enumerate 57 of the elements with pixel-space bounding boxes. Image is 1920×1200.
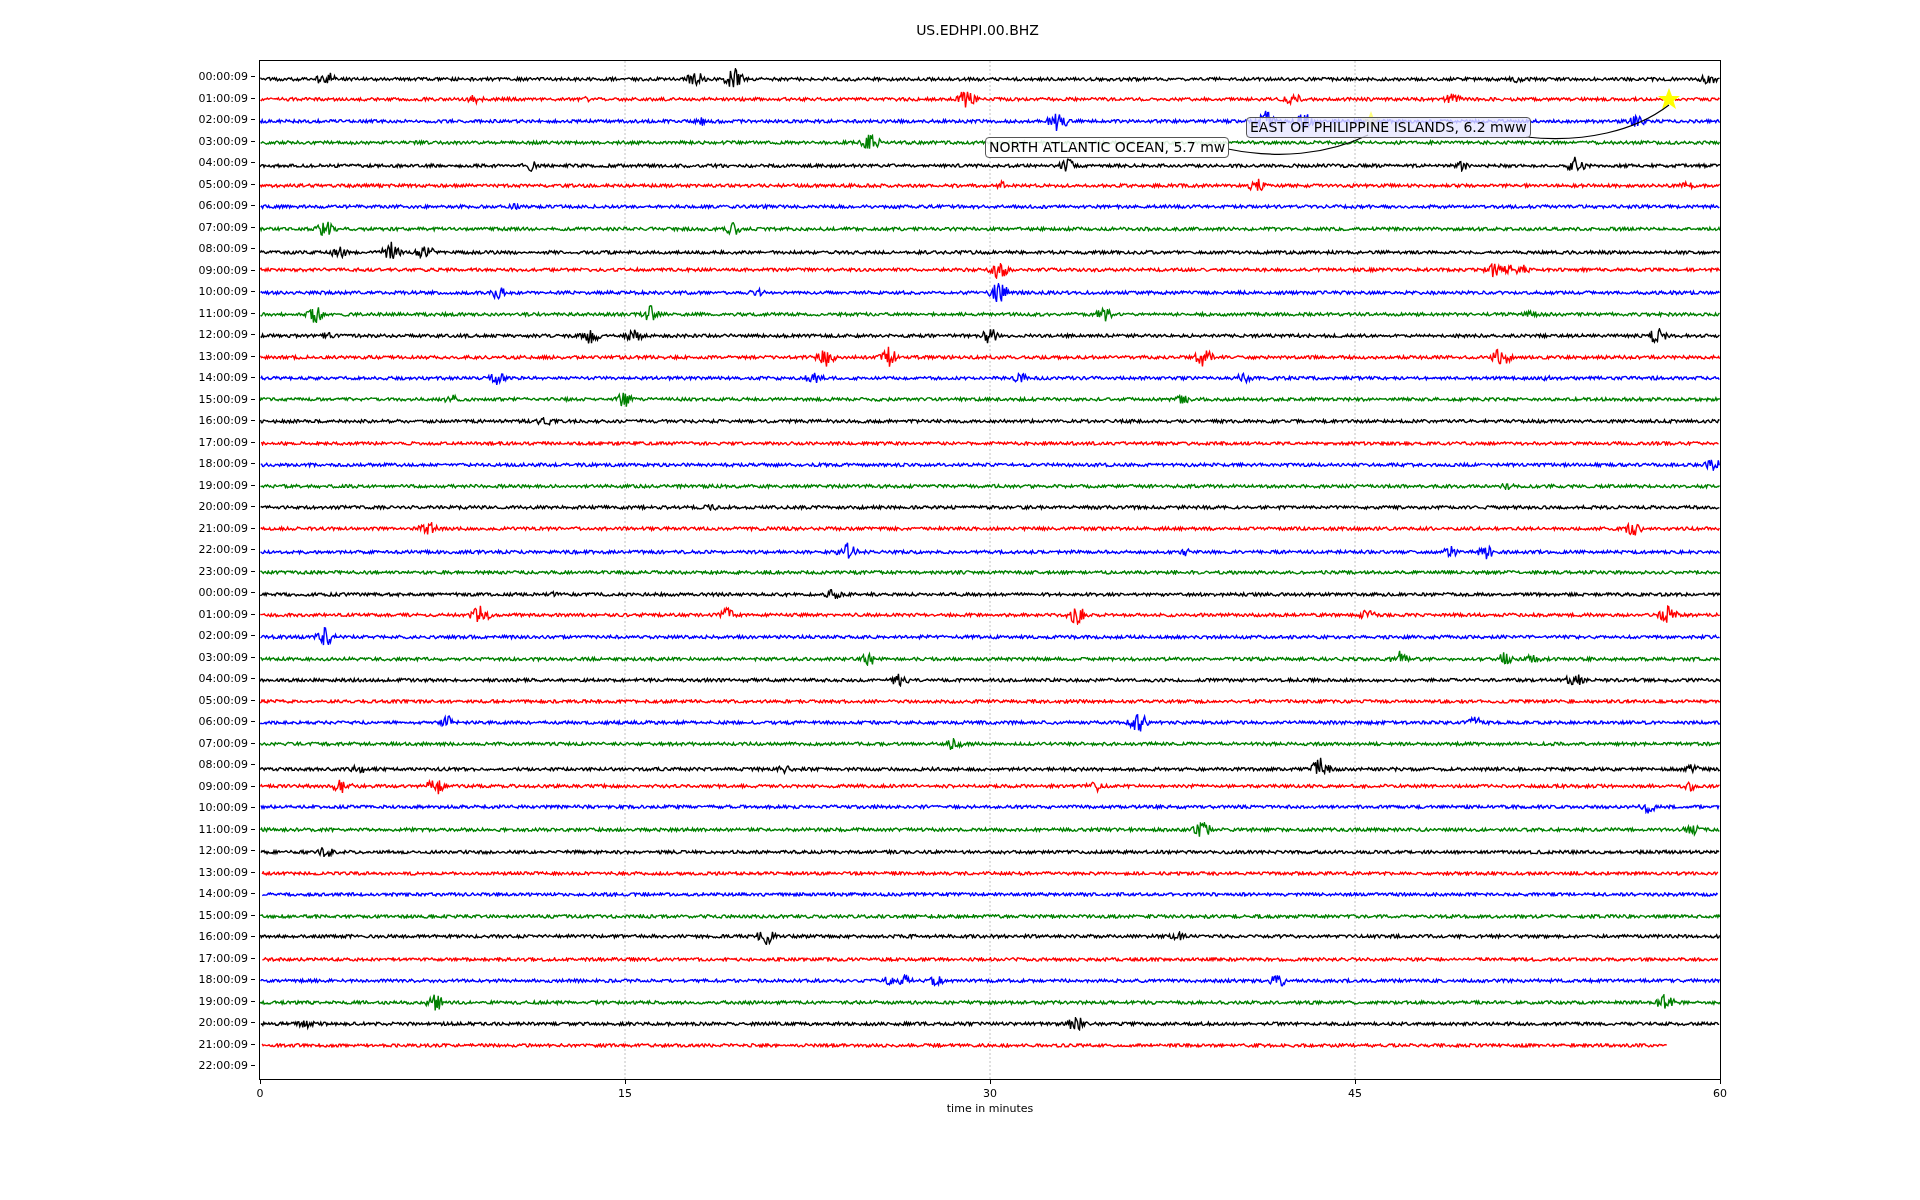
time-label: 03:00:09 [198,134,248,148]
time-label: 05:00:09 [198,693,248,707]
time-label: 10:00:09 [198,285,248,299]
time-label: 14:00:09 [198,887,248,901]
time-label: 20:00:09 [198,500,248,514]
time-label: 03:00:09 [198,650,248,664]
time-label: 22:00:09 [198,1059,248,1073]
time-label: 20:00:09 [198,1016,248,1030]
event-annotation: NORTH ATLANTIC OCEAN, 5.7 mw [985,137,1230,158]
time-label: 06:00:09 [198,715,248,729]
time-label: 17:00:09 [198,951,248,965]
time-label: 11:00:09 [198,822,248,836]
time-label: 06:00:09 [198,199,248,213]
chart-title: US.EDHPI.00.BHZ [915,21,1039,39]
time-label: 08:00:09 [198,242,248,256]
time-label: 09:00:09 [198,263,248,277]
time-label: 12:00:09 [198,844,248,858]
time-label: 17:00:09 [198,435,248,449]
time-label: 13:00:09 [198,865,248,879]
time-label: 19:00:09 [198,478,248,492]
event-annotation: EAST OF PHILIPPINE ISLANDS, 6.2 mww [1246,117,1531,138]
time-label: 18:00:09 [198,973,248,987]
axis-label: time in minutes [946,1102,1034,1116]
time-label: 09:00:09 [198,779,248,793]
tick-label: 30 [983,1087,997,1101]
time-label: 01:00:09 [198,91,248,105]
time-label: 23:00:09 [198,564,248,578]
time-label: 11:00:09 [198,306,248,320]
time-label: 07:00:09 [198,220,248,234]
tick-label: 15 [618,1087,632,1101]
time-label: 01:00:09 [198,607,248,621]
time-label: 21:00:09 [198,1037,248,1051]
time-label: 12:00:09 [198,328,248,342]
time-label: 19:00:09 [198,994,248,1008]
tick-label: 60 [1713,1087,1727,1101]
time-label: 13:00:09 [198,349,248,363]
time-label: 07:00:09 [198,736,248,750]
time-label: 00:00:09 [198,586,248,600]
time-label: 05:00:09 [198,177,248,191]
tick-label: 45 [1348,1087,1362,1101]
time-label: 15:00:09 [198,908,248,922]
time-label: 08:00:09 [198,758,248,772]
time-label: 00:00:09 [198,70,248,84]
time-label: 21:00:09 [198,521,248,535]
time-label: 22:00:09 [198,543,248,557]
time-label: 04:00:09 [198,156,248,170]
time-label: 16:00:09 [198,930,248,944]
star-icon [1657,87,1681,112]
time-label: 02:00:09 [198,113,248,127]
time-label: 18:00:09 [198,457,248,471]
time-label: 02:00:09 [198,629,248,643]
time-label: 16:00:09 [198,414,248,428]
tick-label: 0 [256,1087,264,1101]
time-label: 14:00:09 [198,371,248,385]
time-label: 04:00:09 [198,672,248,686]
time-label: 15:00:09 [198,392,248,406]
time-label: 10:00:09 [198,801,248,815]
